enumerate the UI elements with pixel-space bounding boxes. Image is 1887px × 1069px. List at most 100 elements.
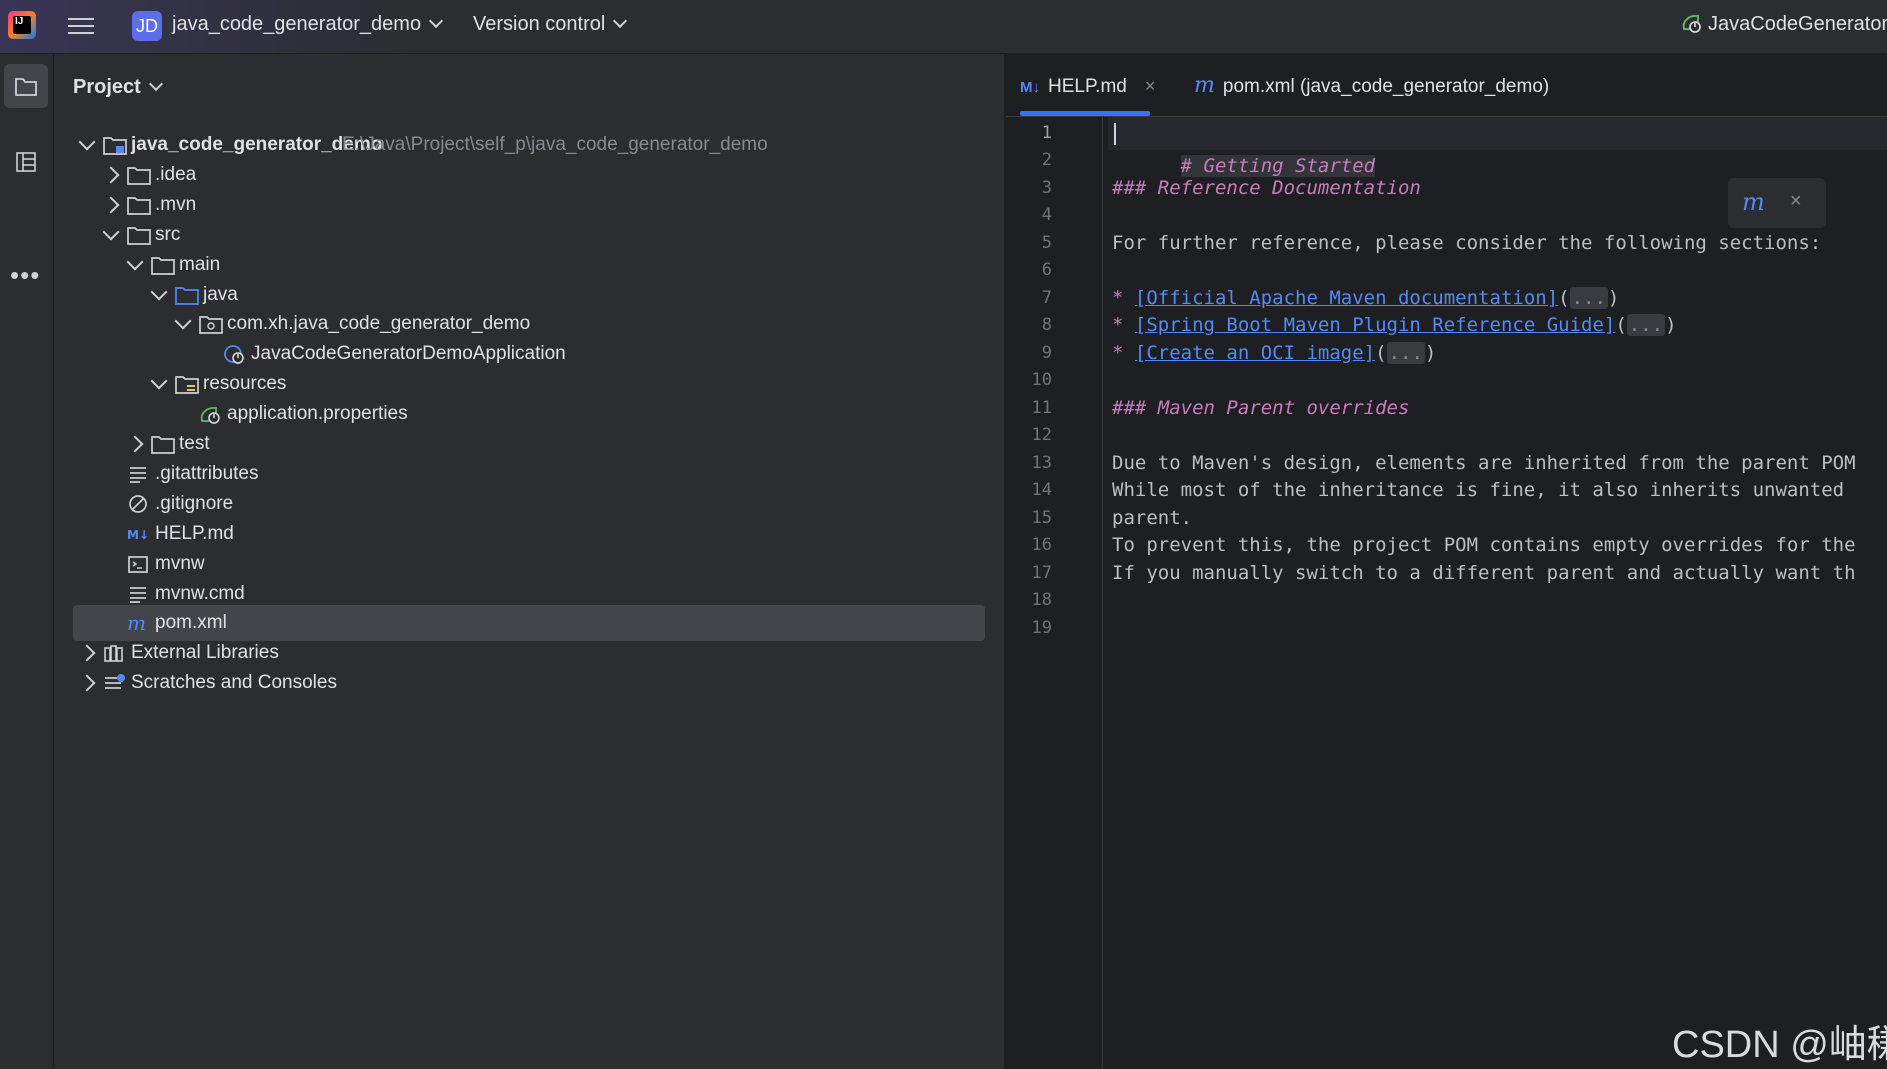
structure-tool-button[interactable]	[4, 140, 48, 184]
paren: (	[1558, 287, 1570, 309]
maven-reload-icon[interactable]: m	[1742, 188, 1765, 216]
line-number: 5	[1041, 233, 1052, 253]
line-number: 15	[1031, 508, 1052, 528]
code-line-17: If you manually switch to a different pa…	[1112, 557, 1856, 590]
tree-row-scratches-and-consoles[interactable]: Scratches and Consoles	[73, 665, 985, 701]
code-line-14: While most of the inheritance is fine, i…	[1112, 474, 1844, 507]
line-number: 19	[1031, 618, 1052, 638]
module-folder-icon	[103, 137, 127, 155]
chevron-down-icon[interactable]	[150, 283, 168, 300]
svg-text:M↓: M↓	[127, 528, 149, 542]
project-badge[interactable]: JD	[132, 11, 162, 41]
chevron-down-icon[interactable]	[102, 223, 120, 241]
paren: )	[1665, 314, 1677, 336]
bullet-marker: *	[1112, 287, 1135, 309]
expand-arrow-icon[interactable]	[78, 133, 96, 151]
title-bar: IJ JD java_code_generator_demo Version c…	[0, 0, 1887, 54]
chevron-right-icon[interactable]	[78, 644, 96, 662]
folder-icon	[15, 78, 37, 96]
ignore-file-icon	[129, 494, 147, 513]
folded-url[interactable]: ...	[1626, 314, 1666, 336]
main-menu-icon[interactable]	[68, 14, 94, 36]
chevron-down-icon[interactable]	[126, 253, 144, 271]
code-line-11: ### Maven Parent overrides	[1112, 392, 1409, 425]
tab-help-md[interactable]: M↓ HELP.md ×	[1020, 54, 1155, 116]
tool-window-strip: •••	[0, 54, 54, 1069]
text-file-icon	[130, 467, 146, 483]
line-number: 7	[1041, 288, 1052, 308]
chevron-down-icon[interactable]	[150, 372, 168, 390]
paragraph-text: parent.	[1112, 507, 1193, 529]
text-caret	[1114, 123, 1116, 145]
shell-script-icon	[128, 555, 148, 573]
chevron-down-icon[interactable]	[174, 312, 192, 330]
line-number: 6	[1041, 260, 1052, 280]
folder-icon	[127, 196, 151, 215]
close-icon[interactable]: ×	[1145, 76, 1156, 96]
heading-text: ### Maven Parent overrides	[1112, 397, 1410, 419]
folded-url[interactable]: ...	[1386, 342, 1425, 364]
tab-pom-xml[interactable]: m pom.xml (java_code_generator_demo)	[1194, 54, 1549, 116]
maven-reload-toolbar: m ×	[1728, 178, 1826, 228]
paragraph-text: Due to Maven's design, elements are inhe…	[1112, 452, 1856, 474]
folder-icon	[151, 256, 175, 275]
resources-folder-icon	[175, 376, 199, 395]
folded-url[interactable]: ...	[1569, 287, 1608, 309]
intellij-logo-icon[interactable]: IJ	[8, 11, 36, 39]
code-editor[interactable]: # Getting Started ### Reference Document…	[1108, 117, 1887, 1069]
version-control-menu[interactable]: Version control	[473, 13, 628, 36]
markdown-icon: M↓	[127, 528, 149, 542]
maven-icon: m	[1194, 73, 1215, 98]
code-line-9: * [Create an OCI image](...)	[1112, 337, 1436, 370]
line-number: 12	[1031, 425, 1052, 445]
chevron-right-icon[interactable]	[126, 435, 144, 453]
markdown-link[interactable]: [Official Apache Maven documentation]	[1135, 287, 1558, 309]
library-icon	[104, 645, 123, 663]
line-number: 3	[1041, 178, 1052, 198]
chevron-right-icon[interactable]	[78, 674, 96, 692]
paren: (	[1615, 314, 1627, 336]
paragraph-text: While most of the inheritance is fine, i…	[1112, 479, 1845, 501]
spring-boot-class-icon	[224, 345, 244, 365]
chevron-right-icon[interactable]	[102, 166, 120, 184]
run-configuration-selector[interactable]: JavaCodeGeneratorD	[1680, 12, 1887, 36]
chevron-down-icon	[148, 76, 163, 92]
more-tools-icon[interactable]: •••	[10, 262, 40, 288]
tree-label: Scratches and Consoles	[131, 672, 337, 694]
panel-title: Project	[73, 76, 141, 98]
svg-text:m: m	[127, 613, 146, 633]
paren: (	[1375, 342, 1387, 364]
paragraph-text: For further reference, please consider t…	[1112, 232, 1822, 254]
line-number: 9	[1041, 343, 1052, 363]
heading-text: ### Reference Documentation	[1112, 177, 1421, 199]
scratches-icon	[105, 674, 125, 690]
run-config-label: JavaCodeGeneratorD	[1708, 13, 1887, 35]
line-number: 2	[1041, 150, 1052, 170]
line-number: 17	[1031, 563, 1052, 583]
line-number-gutter: 1 2 3 4 5 6 7 8 9 10 11 12 13 14 15 16 17 18 19	[1006, 117, 1103, 1069]
markdown-link[interactable]: [Spring Boot Maven Plugin Reference Guid…	[1135, 314, 1615, 336]
folder-icon	[127, 167, 151, 185]
markdown-link[interactable]: [Create an OCI image]	[1135, 342, 1375, 364]
editor-tabs: M↓ HELP.md × m pom.xml (java_code_generator…	[1006, 54, 1887, 117]
spring-boot-run-icon	[1682, 14, 1701, 33]
paragraph-text: To prevent this, the project POM contain…	[1112, 534, 1856, 556]
chevron-down-icon	[429, 13, 444, 29]
spring-properties-icon	[200, 407, 220, 424]
markdown-icon: M↓	[1020, 79, 1040, 96]
folder-icon	[151, 436, 175, 454]
close-icon[interactable]: ×	[1790, 190, 1802, 213]
line-number: 8	[1041, 315, 1052, 335]
project-view-selector[interactable]: Project	[73, 76, 163, 99]
paren: )	[1424, 342, 1437, 364]
project-tool-button[interactable]	[4, 64, 48, 108]
project-selector[interactable]: java_code_generator_demo	[172, 13, 444, 36]
bullet-marker: *	[1112, 314, 1135, 336]
editor-area: M↓ HELP.md × m pom.xml (java_code_generator…	[1006, 54, 1887, 1069]
line-number: 11	[1031, 398, 1052, 418]
structure-icon	[16, 152, 36, 172]
chevron-right-icon[interactable]	[102, 196, 120, 214]
package-icon	[199, 316, 223, 335]
line-number: 16	[1031, 535, 1052, 555]
line-number: 18	[1031, 590, 1052, 610]
